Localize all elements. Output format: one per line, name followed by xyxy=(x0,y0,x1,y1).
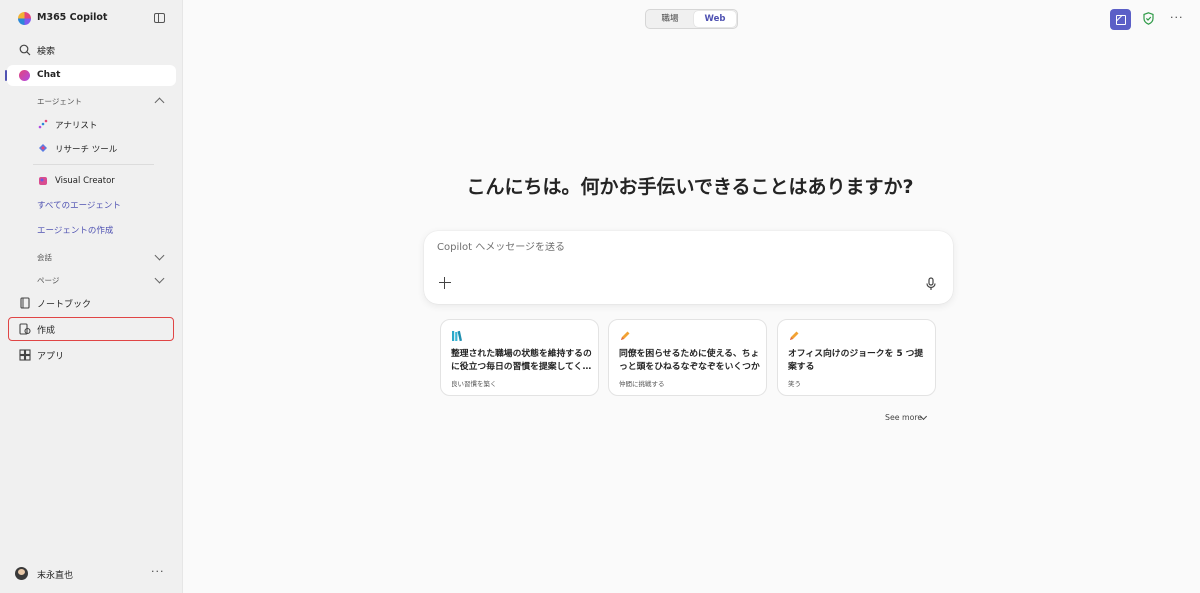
sidebar-item-research-tool[interactable]: リサーチ ツール xyxy=(0,137,183,159)
greeting-heading: こんにちは。何かお手伝いできることはありますか? xyxy=(466,176,914,198)
sidebar: M365 Copilot 検索 Chat エージェント アナリスト リサーチ ツ… xyxy=(0,0,183,593)
card-subtitle: 仲間に挑戦する xyxy=(619,380,665,388)
create-icon xyxy=(19,323,31,335)
visual-creator-icon xyxy=(39,177,47,185)
analyst-icon xyxy=(38,119,48,129)
sidebar-item-visual-creator[interactable]: Visual Creator xyxy=(0,170,183,192)
sidebar-item-label: アナリスト xyxy=(55,121,98,131)
sidebar-item-label: Visual Creator xyxy=(55,176,115,186)
create-agent-link[interactable]: エージェントの作成 xyxy=(37,224,113,236)
work-web-toggle: 職場 Web xyxy=(645,9,738,29)
sidebar-header: M365 Copilot xyxy=(0,0,183,38)
pencil-icon xyxy=(790,331,799,340)
search-icon xyxy=(19,44,31,56)
toggle-work[interactable]: 職場 xyxy=(648,11,692,27)
divider xyxy=(33,164,154,165)
chat-icon xyxy=(19,70,30,81)
sidebar-item-apps[interactable]: アプリ xyxy=(0,344,183,366)
sidebar-item-search[interactable]: 検索 xyxy=(0,39,183,61)
message-input[interactable] xyxy=(437,242,897,253)
notebook-icon xyxy=(20,297,30,309)
conversations-section-header[interactable]: 会話 xyxy=(37,252,52,263)
research-tool-icon xyxy=(39,144,47,152)
see-more-link[interactable]: See more xyxy=(885,413,922,422)
card-title: 同僚を困らせるために使える、ちょっと頭をひねるなぞなぞをいくつか xyxy=(619,349,760,372)
all-agents-link[interactable]: すべてのエージェント xyxy=(37,199,121,211)
user-name: 末永直也 xyxy=(37,571,74,581)
card-subtitle: 良い習慣を築く xyxy=(451,380,497,388)
sidebar-item-create[interactable]: 作成 xyxy=(0,318,183,340)
card-subtitle: 笑う xyxy=(788,380,801,388)
card-title: 整理された職場の状態を維持するのに役立つ毎日の習慣を提案してください xyxy=(451,349,592,372)
sidebar-item-chat[interactable]: Chat xyxy=(7,65,176,86)
message-composer xyxy=(424,231,953,304)
user-profile[interactable]: 末永直也 ··· xyxy=(0,562,183,586)
sidebar-item-label: アプリ xyxy=(37,352,65,362)
more-options-icon[interactable]: ··· xyxy=(1170,11,1184,24)
sidebar-item-analyst[interactable]: アナリスト xyxy=(0,113,183,135)
more-options-icon[interactable]: ··· xyxy=(151,565,165,578)
card-title: オフィス向けのジョークを 5 つ提案する xyxy=(788,349,924,372)
chevron-down-icon[interactable] xyxy=(154,250,165,261)
avatar xyxy=(15,567,28,580)
suggestion-card[interactable]: 整理された職場の状態を維持するのに役立つ毎日の習慣を提案してください 良い習慣を… xyxy=(440,319,599,396)
suggestion-card[interactable]: オフィス向けのジョークを 5 つ提案する 笑う xyxy=(777,319,936,396)
chevron-down-icon[interactable] xyxy=(154,273,165,284)
shield-icon[interactable] xyxy=(1143,12,1154,25)
sidebar-toggle-icon[interactable] xyxy=(154,13,165,23)
copilot-logo-icon xyxy=(18,12,31,25)
pencil-icon xyxy=(621,331,630,340)
new-chat-button[interactable] xyxy=(1110,9,1131,30)
sidebar-item-label: ノートブック xyxy=(37,300,92,310)
sidebar-item-label: リサーチ ツール xyxy=(55,145,118,155)
app-title: M365 Copilot xyxy=(37,12,108,23)
books-icon xyxy=(452,330,463,342)
sidebar-item-label: Chat xyxy=(37,70,61,80)
agents-section-header[interactable]: エージェント xyxy=(37,96,82,107)
suggestion-card[interactable]: 同僚を困らせるために使える、ちょっと頭をひねるなぞなぞをいくつか 仲間に挑戦する xyxy=(608,319,767,396)
sidebar-item-notebook[interactable]: ノートブック xyxy=(0,292,183,314)
sidebar-item-label: 検索 xyxy=(37,47,56,57)
chevron-up-icon[interactable] xyxy=(154,97,165,108)
pages-section-header[interactable]: ページ xyxy=(37,275,59,286)
apps-icon xyxy=(19,349,31,361)
microphone-icon[interactable] xyxy=(925,277,937,291)
plus-icon[interactable] xyxy=(437,275,453,291)
sidebar-item-label: 作成 xyxy=(37,326,56,336)
toggle-web[interactable]: Web xyxy=(694,11,736,27)
